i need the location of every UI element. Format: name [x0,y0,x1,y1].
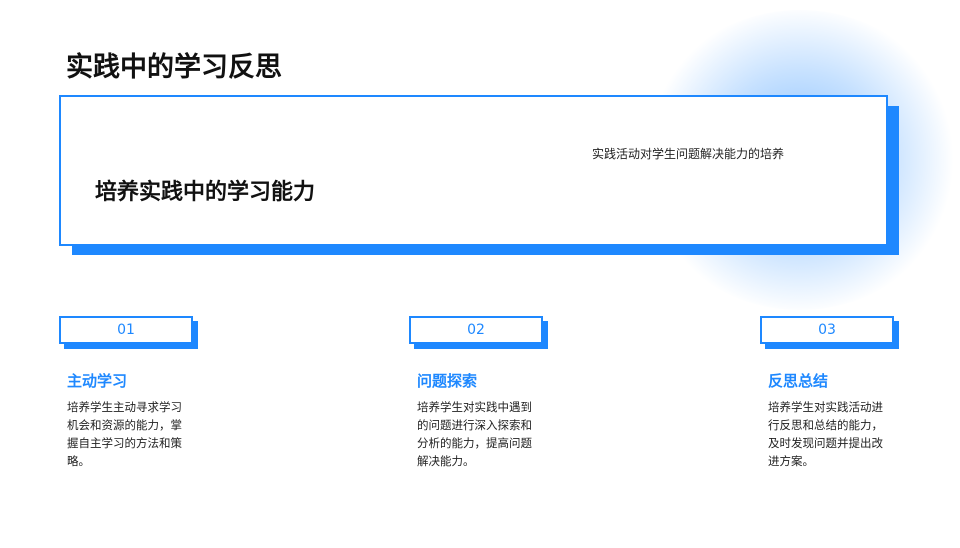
hero-subtitle: 实践活动对学生问题解决能力的培养 [592,147,785,161]
page-title: 实践中的学习反思 [66,52,282,83]
step-title: 反思总结 [768,372,829,390]
hero-card: 实践活动对学生问题解决能力的培养 培养实践中的学习能力 [59,95,888,246]
step-description: 培养学生对实践中遇到的问题进行深入探索和分析的能力，提高问题解决能力。 [417,400,532,468]
step-number: 03 [760,316,894,344]
step-number: 02 [409,316,543,344]
hero-heading: 培养实践中的学习能力 [95,180,316,205]
step-description: 培养学生对实践活动进行反思和总结的能力，及时发现问题并提出改进方案。 [768,400,883,468]
step-description: 培养学生主动寻求学习机会和资源的能力，掌握自主学习的方法和策略。 [67,400,182,468]
step-title: 问题探索 [417,372,478,390]
step-number: 01 [59,316,193,344]
step-title: 主动学习 [67,372,128,390]
